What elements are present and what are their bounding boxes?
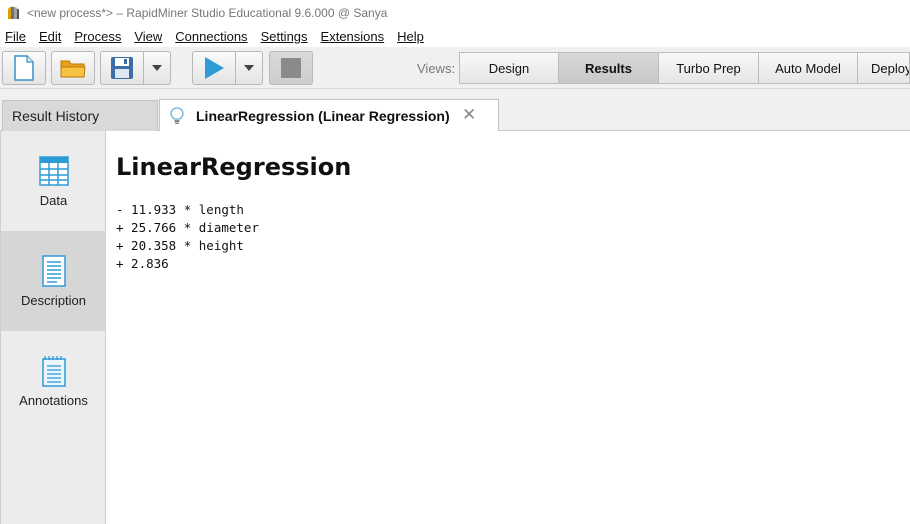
views-label: Views: xyxy=(417,61,456,76)
model-title: LinearRegression xyxy=(116,153,352,181)
data-table-icon xyxy=(38,156,69,186)
description-document-icon xyxy=(41,255,66,287)
sidebar-item-description[interactable]: Description xyxy=(1,231,106,331)
menu-settings[interactable]: Settings xyxy=(261,29,308,44)
result-view-sidebar: Data Description Annotations xyxy=(0,131,106,524)
open-folder-icon xyxy=(60,60,86,78)
tab-result-history-label: Result History xyxy=(12,108,100,124)
save-icon xyxy=(111,57,133,79)
view-turbo-prep-button[interactable]: Turbo Prep xyxy=(659,52,759,84)
annotations-notepad-icon xyxy=(41,356,66,387)
new-process-button[interactable] xyxy=(2,51,46,85)
tab-linear-regression[interactable]: LinearRegression (Linear Regression) ✕ xyxy=(159,99,499,132)
menu-help-label: Help xyxy=(397,29,424,44)
tab-linear-regression-label: LinearRegression (Linear Regression) xyxy=(196,108,450,124)
open-process-button[interactable] xyxy=(51,51,95,85)
menu-file[interactable]: File xyxy=(5,29,26,44)
menu-bar: File Edit Process View Connections Setti… xyxy=(0,26,910,47)
description-panel: LinearRegression - 11.933 * length + 25.7… xyxy=(106,131,910,524)
view-design-button[interactable]: Design xyxy=(459,52,559,84)
tab-result-history[interactable]: Result History xyxy=(2,100,158,131)
sidebar-item-description-label: Description xyxy=(20,293,87,308)
stop-process-button[interactable] xyxy=(269,51,313,85)
rapidminer-logo-icon xyxy=(5,5,21,21)
menu-connections-label: Connections xyxy=(175,29,248,44)
regression-formula: - 11.933 * length + 25.766 * diameter + 20… xyxy=(116,201,259,273)
menu-process[interactable]: Process xyxy=(74,29,121,44)
lightbulb-icon xyxy=(170,107,184,124)
menu-process-label: Process xyxy=(74,29,122,44)
sidebar-item-annotations[interactable]: Annotations xyxy=(1,331,106,431)
formula-line: + 20.358 * height xyxy=(116,238,244,253)
menu-help[interactable]: Help xyxy=(397,29,424,44)
save-process-button[interactable] xyxy=(100,51,144,85)
formula-line: - 11.933 * length xyxy=(116,202,244,217)
dropdown-arrow-icon xyxy=(244,65,254,71)
menu-view[interactable]: View xyxy=(134,29,162,44)
window-title: <new process*> – RapidMiner Studio Educa… xyxy=(27,6,388,20)
save-options-dropdown[interactable] xyxy=(144,51,171,85)
new-process-icon xyxy=(14,55,34,81)
close-icon[interactable]: ✕ xyxy=(462,106,476,124)
stop-icon xyxy=(281,58,301,78)
view-deploy-button[interactable]: Deploy xyxy=(858,52,910,84)
menu-extensions-label: Extensions xyxy=(320,29,385,44)
title-bar: <new process*> – RapidMiner Studio Educa… xyxy=(0,0,910,26)
run-process-button[interactable] xyxy=(192,51,236,85)
formula-line: + 25.766 * diameter xyxy=(116,220,259,235)
view-auto-model-button[interactable]: Auto Model xyxy=(759,52,858,84)
result-tab-strip: Result History LinearRegression (Linear … xyxy=(0,89,910,132)
menu-edit[interactable]: Edit xyxy=(39,29,61,44)
menu-file-label: File xyxy=(5,29,26,44)
run-options-dropdown[interactable] xyxy=(236,51,263,85)
dropdown-arrow-icon xyxy=(152,65,162,71)
views-switcher: Design Results Turbo Prep Auto Model Dep… xyxy=(459,52,910,84)
menu-extensions[interactable]: Extensions xyxy=(321,29,385,44)
menu-view-label: View xyxy=(134,29,163,44)
formula-line: + 2.836 xyxy=(116,256,169,271)
run-icon xyxy=(205,57,224,79)
sidebar-item-data-label: Data xyxy=(39,193,68,208)
sidebar-item-data[interactable]: Data xyxy=(1,131,106,231)
menu-connections[interactable]: Connections xyxy=(175,29,247,44)
menu-edit-label: Edit xyxy=(38,29,62,44)
sidebar-item-annotations-label: Annotations xyxy=(19,393,88,408)
menu-settings-label: Settings xyxy=(260,29,308,44)
view-results-button[interactable]: Results xyxy=(559,52,659,84)
